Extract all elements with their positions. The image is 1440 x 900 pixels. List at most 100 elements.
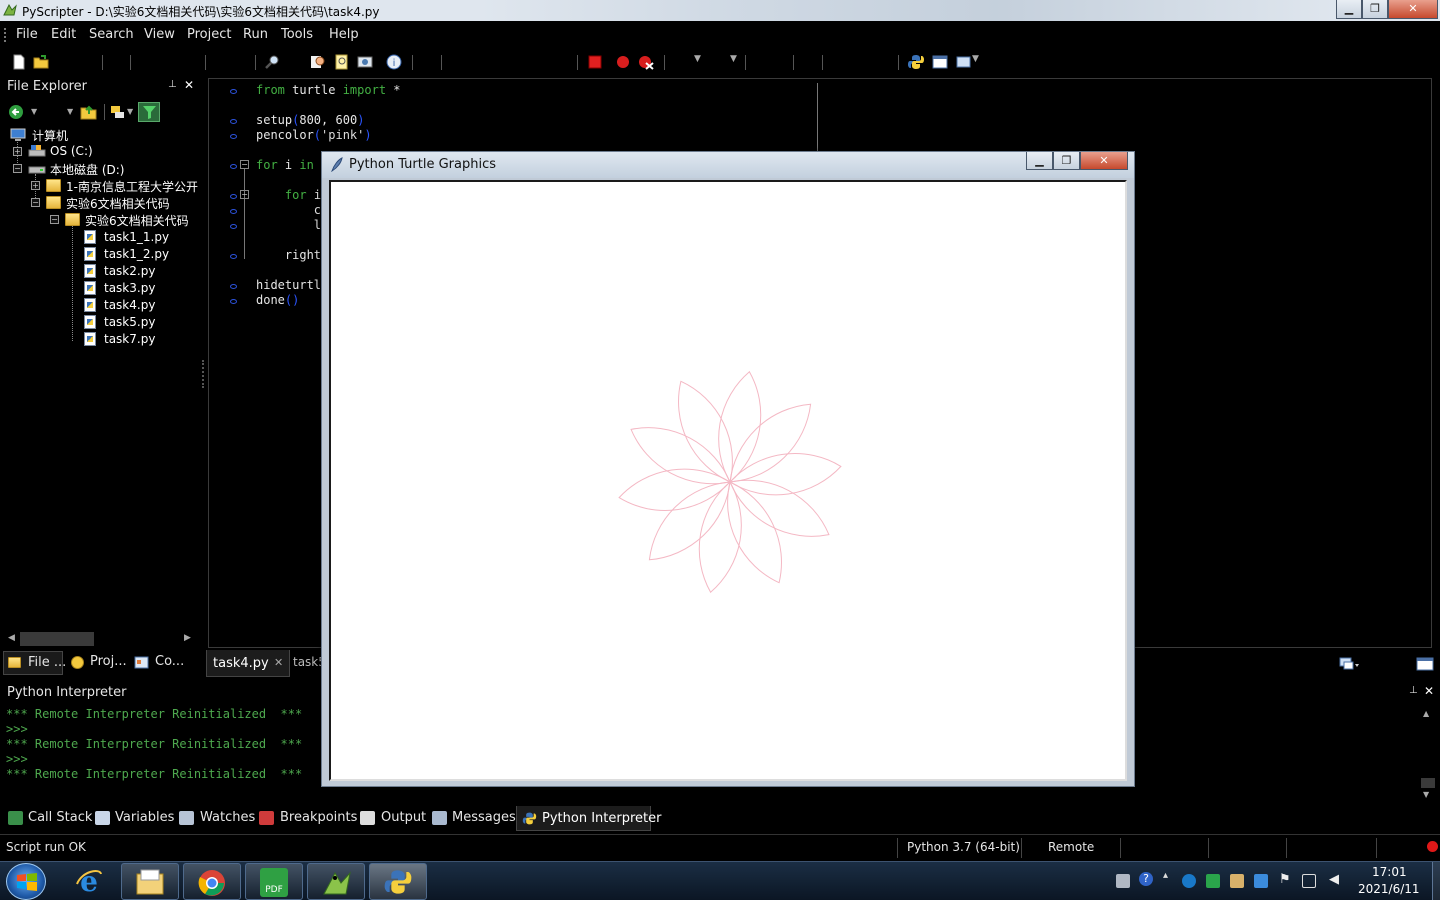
pin-icon[interactable]: ⊥ bbox=[168, 79, 177, 90]
taskbar-app-chrome[interactable] bbox=[183, 863, 241, 900]
hp-icon[interactable] bbox=[1182, 874, 1196, 888]
filter-button[interactable] bbox=[138, 102, 160, 122]
window-list-icon[interactable] bbox=[1339, 656, 1359, 672]
chevron-down-icon[interactable]: ▼ bbox=[67, 107, 73, 116]
close-panel-icon[interactable]: ✕ bbox=[184, 78, 194, 92]
scrollbar-thumb[interactable] bbox=[20, 632, 94, 646]
chevron-down-icon[interactable]: ▼ bbox=[972, 54, 979, 64]
tree-item-file[interactable]: task1_1.py bbox=[104, 230, 169, 244]
tree-item-drive-c[interactable]: OS (C:) bbox=[50, 144, 93, 158]
tab-call-stack[interactable]: Call Stack bbox=[28, 810, 92, 825]
taskbar-app-pdf[interactable]: PDF bbox=[245, 863, 303, 900]
expand-icon[interactable]: + bbox=[13, 147, 22, 156]
back-arrow-icon[interactable] bbox=[8, 104, 24, 120]
action-center-flag-icon[interactable]: ⚑ bbox=[1279, 872, 1291, 887]
scroll-right-icon[interactable]: ▶ bbox=[184, 633, 191, 643]
taskbar-app-explorer[interactable] bbox=[121, 863, 179, 900]
turtle-minimize-button[interactable]: ▁ bbox=[1026, 152, 1053, 170]
clock-date[interactable]: 2021/6/11 bbox=[1358, 882, 1420, 896]
tree-item-file[interactable]: task7.py bbox=[104, 332, 155, 346]
info-icon[interactable]: i bbox=[385, 53, 403, 71]
clear-breakpoints-icon[interactable] bbox=[637, 53, 655, 71]
close-button[interactable]: ✕ bbox=[1388, 0, 1438, 19]
close-tab-icon[interactable]: ✕ bbox=[274, 656, 283, 669]
layout-icon[interactable] bbox=[931, 53, 949, 71]
menu-view[interactable]: View bbox=[144, 27, 175, 42]
editor-tab-active[interactable]: task4.py ✕ bbox=[206, 650, 290, 677]
replace-icon[interactable] bbox=[333, 53, 351, 71]
tab-watches[interactable]: Watches bbox=[200, 810, 255, 825]
tree-item-folder[interactable]: 实验6文档相关代码 bbox=[66, 195, 170, 212]
maximize-button[interactable]: ❐ bbox=[1362, 0, 1388, 19]
expand-icon[interactable]: + bbox=[31, 181, 40, 190]
menu-project[interactable]: Project bbox=[187, 27, 231, 42]
minimize-button[interactable]: ▁ bbox=[1336, 0, 1362, 19]
menu-tools[interactable]: Tools bbox=[281, 27, 313, 42]
tree-item-folder[interactable]: 1-南京信息工程大学公开 bbox=[66, 178, 200, 195]
turtle-close-button[interactable]: ✕ bbox=[1080, 152, 1128, 170]
turtle-graphics-window[interactable]: Python Turtle Graphics ▁ ❐ ✕ bbox=[321, 151, 1135, 787]
keyboard-icon[interactable] bbox=[1116, 874, 1130, 888]
turtle-title-bar[interactable]: Python Turtle Graphics ▁ ❐ ✕ bbox=[322, 152, 1134, 178]
find-in-files-icon[interactable] bbox=[309, 53, 327, 71]
taskbar-app-ie[interactable]: e bbox=[63, 863, 117, 900]
monitor-icon[interactable] bbox=[1254, 874, 1268, 888]
chevron-down-icon[interactable]: ▼ bbox=[694, 54, 701, 64]
show-hidden-icons[interactable]: ▴ bbox=[1163, 870, 1168, 881]
find-icon[interactable] bbox=[264, 53, 282, 71]
view-icon[interactable] bbox=[955, 53, 973, 71]
close-panel-icon[interactable]: ✕ bbox=[1424, 684, 1434, 698]
pin-icon[interactable]: ⊥ bbox=[1409, 685, 1418, 696]
collapse-icon[interactable]: − bbox=[13, 164, 22, 173]
turtle-canvas[interactable] bbox=[329, 180, 1127, 781]
vertical-scrollbar[interactable]: ▲ ▼ bbox=[1420, 708, 1436, 802]
start-button[interactable] bbox=[6, 863, 46, 900]
python-icon[interactable] bbox=[907, 53, 925, 71]
tree-item-computer[interactable]: 计算机 bbox=[32, 127, 68, 144]
clock-time[interactable]: 17:01 bbox=[1372, 865, 1407, 879]
tab-breakpoints[interactable]: Breakpoints bbox=[280, 810, 357, 825]
scroll-down-icon[interactable]: ▼ bbox=[1423, 790, 1429, 799]
breakpoint-icon[interactable] bbox=[614, 53, 632, 71]
collapse-icon[interactable]: − bbox=[50, 215, 59, 224]
tab-variables[interactable]: Variables bbox=[115, 810, 174, 825]
fold-icon[interactable]: − bbox=[240, 190, 249, 199]
network-tool-icon[interactable] bbox=[1230, 874, 1244, 888]
scrollbar-thumb[interactable] bbox=[1421, 778, 1435, 788]
view-mode-icon[interactable] bbox=[110, 104, 126, 120]
tab-output[interactable]: Output bbox=[381, 810, 426, 825]
network-icon[interactable] bbox=[1302, 874, 1316, 888]
show-desktop-button[interactable] bbox=[1432, 862, 1440, 900]
menu-run[interactable]: Run bbox=[243, 27, 268, 42]
chevron-down-icon[interactable]: ▼ bbox=[730, 54, 737, 64]
tab-messages[interactable]: Messages bbox=[452, 810, 516, 825]
menu-help[interactable]: Help bbox=[329, 27, 359, 42]
menu-edit[interactable]: Edit bbox=[51, 27, 76, 42]
new-file-icon[interactable] bbox=[10, 53, 28, 71]
tree-item-file[interactable]: task1_2.py bbox=[104, 247, 169, 261]
scroll-up-icon[interactable]: ▲ bbox=[1423, 709, 1429, 718]
window-title-bar[interactable]: PyScripter - D:\实验6文档相关代码\实验6文档相关代码\task… bbox=[0, 0, 1440, 21]
fold-icon[interactable]: − bbox=[240, 160, 249, 169]
tree-item-file[interactable]: task4.py bbox=[104, 298, 155, 312]
menu-search[interactable]: Search bbox=[89, 27, 134, 42]
turtle-maximize-button[interactable]: ❐ bbox=[1053, 152, 1080, 170]
chevron-down-icon[interactable]: ▼ bbox=[31, 107, 37, 116]
chevron-down-icon[interactable]: ▼ bbox=[127, 107, 133, 116]
tree-item-file[interactable]: task2.py bbox=[104, 264, 155, 278]
taskbar-app-python[interactable] bbox=[369, 863, 427, 900]
tree-item-drive-d[interactable]: 本地磁盘 (D:) bbox=[50, 161, 124, 178]
open-file-icon[interactable] bbox=[32, 53, 50, 71]
tab-file-explorer[interactable]: File ... bbox=[3, 651, 66, 675]
help-icon[interactable]: ? bbox=[1139, 872, 1153, 886]
security-shield-icon[interactable] bbox=[1206, 874, 1220, 888]
collapse-icon[interactable]: − bbox=[31, 198, 40, 207]
folder-up-icon[interactable] bbox=[80, 104, 97, 120]
horizontal-scrollbar[interactable]: ◀ ▶ bbox=[4, 631, 196, 647]
python-engine[interactable]: Remote bbox=[1048, 840, 1094, 854]
python-version[interactable]: Python 3.7 (64-bit) bbox=[907, 840, 1020, 854]
volume-icon[interactable]: ◀ bbox=[1329, 872, 1339, 887]
menu-file[interactable]: File bbox=[16, 27, 38, 42]
tree-item-file[interactable]: task5.py bbox=[104, 315, 155, 329]
taskbar-app-pyscripter[interactable] bbox=[307, 863, 365, 900]
